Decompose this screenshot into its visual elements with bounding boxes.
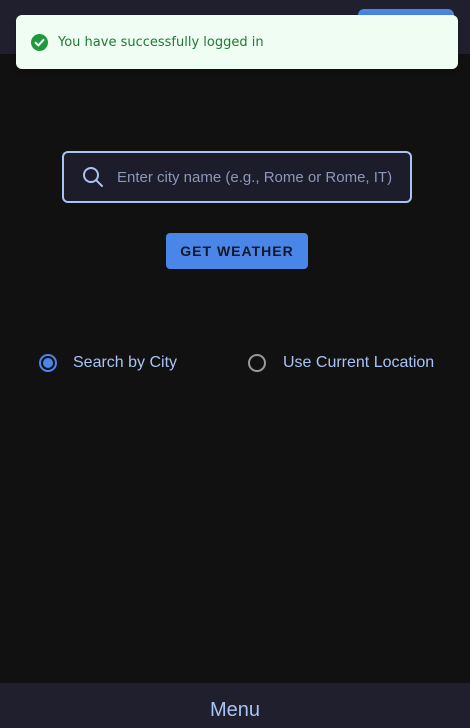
radio-label-use-current-location[interactable]: Use Current Location [283,354,434,372]
login-success-toast: You have successfully logged in [16,15,458,69]
toast-message: You have successfully logged in [58,34,264,50]
radio-use-current-location[interactable]: Use Current Location [248,350,434,376]
radio-checked-icon[interactable] [39,354,57,372]
check-circle-icon [31,33,48,51]
app-page: You have successfully logged in GET WEAT… [0,0,470,728]
city-search-box[interactable] [62,151,412,203]
radio-search-by-city[interactable]: Search by City [39,350,177,376]
radio-label-search-by-city[interactable]: Search by City [73,354,177,372]
search-icon [81,165,105,189]
bottom-menu-bar[interactable]: Menu [0,683,470,728]
radio-unchecked-icon[interactable] [248,354,266,372]
get-weather-button[interactable]: GET WEATHER [166,233,308,269]
city-search-input[interactable] [117,168,407,186]
menu-label[interactable]: Menu [210,699,260,722]
